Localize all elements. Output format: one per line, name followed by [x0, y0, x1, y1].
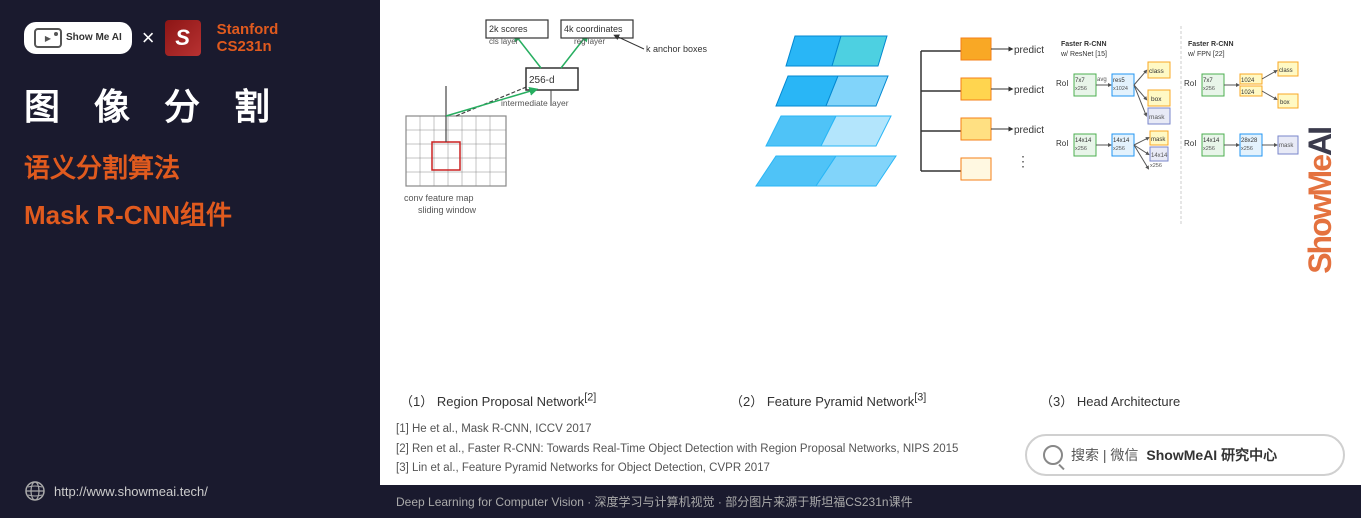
label-fpn-num: （2） [730, 394, 763, 409]
svg-text:predict: predict [1014, 45, 1044, 56]
svg-text:14x14: 14x14 [1075, 138, 1092, 144]
label-rpn: （1） Region Proposal Network[2] [396, 391, 726, 410]
svg-text:Faster R-CNN: Faster R-CNN [1061, 41, 1107, 48]
label-fpn-title: Feature Pyramid Network [767, 394, 914, 409]
svg-text:cls layer: cls layer [489, 37, 519, 46]
logo-area: Show Me AI × S Stanford CS231n [24, 20, 356, 56]
svg-text:w/ FPN [22]: w/ FPN [22] [1187, 51, 1225, 58]
svg-text:4k coordinates: 4k coordinates [564, 24, 623, 34]
rpn-diagram-svg: conv feature map sliding window 256-d in… [396, 16, 726, 236]
search-brand: ShowMeAI 研究中心 [1146, 445, 1277, 465]
component-title: Mask R-CNN组件 [24, 195, 356, 232]
sub-title: 语义分割算法 [24, 148, 356, 185]
svg-text:x256: x256 [1075, 146, 1087, 152]
svg-text:box: box [1151, 96, 1162, 103]
svg-text:x256: x256 [1150, 163, 1162, 169]
svg-text:avg: avg [1097, 77, 1107, 83]
svg-text:14x14: 14x14 [1113, 138, 1130, 144]
svg-text:RoI: RoI [1184, 139, 1196, 148]
label-head: （3） Head Architecture [1036, 391, 1316, 410]
svg-text:predict: predict [1014, 125, 1044, 136]
website-url: http://www.showmeai.tech/ [54, 484, 208, 499]
label-head-title: Head Architecture [1077, 394, 1180, 409]
showmeai-logo: Show Me AI [24, 22, 132, 54]
svg-text:x256: x256 [1075, 86, 1087, 92]
head-architecture-svg: RoI 7x7 x256 avg res5 x1024 class [1056, 16, 1336, 236]
website-icon [24, 480, 46, 502]
main-container: Show Me AI × S Stanford CS231n 图 像 分 割 语… [0, 0, 1361, 518]
svg-text:28x28: 28x28 [1241, 138, 1258, 144]
svg-text:x1024: x1024 [1113, 86, 1128, 92]
x-separator: × [142, 25, 155, 51]
svg-text:7x7: 7x7 [1075, 78, 1085, 84]
svg-text:sliding window: sliding window [418, 205, 477, 215]
showmeai-logo-text: Show Me AI [66, 32, 122, 44]
watermark-text: ShowMeAI [1302, 128, 1339, 274]
label-rpn-num: （1） [400, 394, 433, 409]
label-fpn-ref: [3] [914, 392, 926, 404]
svg-text:256-d: 256-d [529, 75, 555, 86]
svg-text:conv feature map: conv feature map [404, 193, 474, 203]
svg-text:class: class [1279, 68, 1293, 74]
svg-text:14x14: 14x14 [1151, 153, 1168, 159]
stanford-s-logo: S [165, 20, 201, 56]
svg-text:intermediate layer: intermediate layer [501, 98, 569, 108]
diagrams-container: conv feature map sliding window 256-d in… [396, 16, 1345, 385]
search-icon [1043, 445, 1063, 465]
svg-text:RoI: RoI [1056, 79, 1068, 88]
footer-text: Deep Learning for Computer Vision · 深度学习… [396, 493, 913, 510]
fpn-diagram-svg: predict predict predict ⋮ [736, 16, 1046, 236]
svg-text:k anchor boxes: k anchor boxes [646, 44, 708, 54]
svg-text:mask: mask [1149, 114, 1165, 121]
svg-text:7x7: 7x7 [1203, 78, 1213, 84]
watermark: ShowMeAI [1295, 16, 1345, 385]
svg-text:mask: mask [1151, 137, 1166, 143]
showmeai-logo-icon [34, 28, 62, 48]
right-panel: conv feature map sliding window 256-d in… [380, 0, 1361, 518]
search-bar[interactable]: 搜索 | 微信 ShowMeAI 研究中心 [1025, 434, 1345, 476]
svg-text:predict: predict [1014, 85, 1044, 96]
main-title: 图 像 分 割 [24, 78, 356, 130]
label-rpn-title: Region Proposal Network [437, 394, 584, 409]
svg-text:x256: x256 [1113, 146, 1125, 152]
svg-text:RoI: RoI [1056, 139, 1068, 148]
labels-row: （1） Region Proposal Network[2] （2） Featu… [396, 391, 1345, 410]
svg-text:reg layer: reg layer [574, 37, 605, 46]
svg-text:class: class [1149, 68, 1165, 75]
svg-text:w/ ResNet [15]: w/ ResNet [15] [1060, 51, 1107, 58]
website-row: http://www.showmeai.tech/ [24, 480, 356, 502]
svg-text:x256: x256 [1203, 86, 1215, 92]
svg-text:x256: x256 [1203, 146, 1215, 152]
stanford-text: Stanford CS231n [217, 21, 279, 55]
svg-text:1024: 1024 [1241, 78, 1255, 84]
label-rpn-ref: [2] [584, 392, 596, 404]
svg-text:2k scores: 2k scores [489, 24, 528, 34]
svg-text:box: box [1280, 100, 1290, 106]
svg-text:1024: 1024 [1241, 90, 1255, 96]
stanford-course: CS231n [217, 38, 279, 55]
svg-text:x256: x256 [1241, 146, 1253, 152]
svg-text:RoI: RoI [1184, 79, 1196, 88]
label-head-num: （3） [1040, 394, 1073, 409]
svg-text:res5: res5 [1113, 78, 1125, 84]
svg-text:mask: mask [1279, 143, 1294, 149]
footer-bar: Deep Learning for Computer Vision · 深度学习… [380, 485, 1361, 518]
left-panel: Show Me AI × S Stanford CS231n 图 像 分 割 语… [0, 0, 380, 518]
svg-text:14x14: 14x14 [1203, 138, 1220, 144]
search-label: 搜索 | 微信 [1071, 445, 1138, 465]
stanford-name: Stanford [217, 21, 279, 38]
svg-text:Faster R-CNN: Faster R-CNN [1188, 41, 1234, 48]
svg-text:⋮: ⋮ [1016, 153, 1030, 169]
label-fpn: （2） Feature Pyramid Network[3] [726, 391, 1036, 410]
